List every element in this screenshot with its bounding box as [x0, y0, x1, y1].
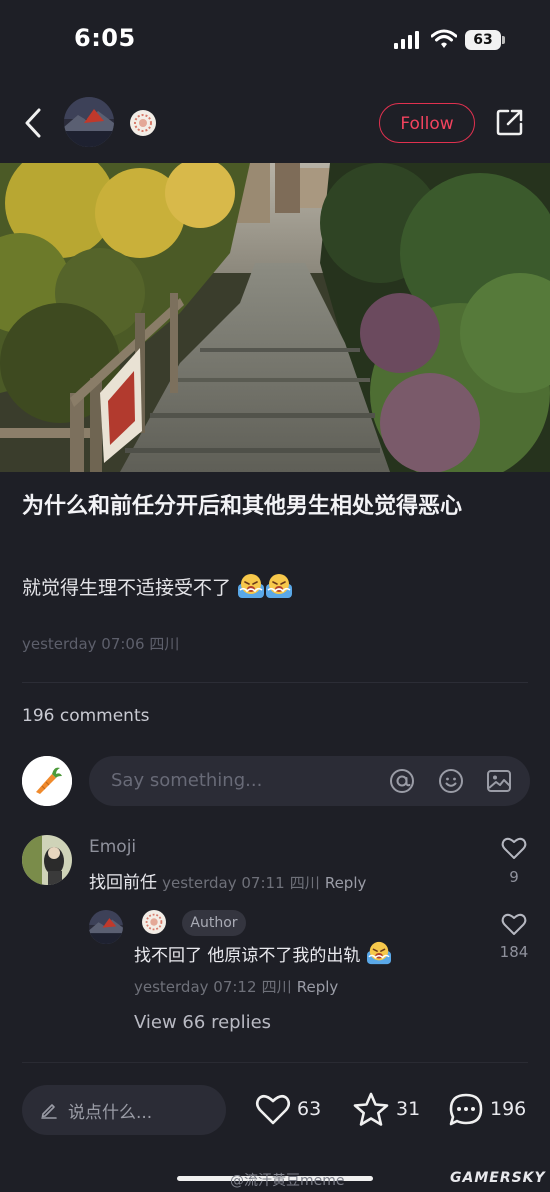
comment-input-placeholder: Say something... — [111, 770, 263, 791]
star-icon[interactable] — [353, 1092, 389, 1126]
weibo-watermark: @流汗黄豆meme — [230, 1173, 345, 1189]
reply-text: 找不回了 他原谅不了我的出轨 — [134, 946, 361, 966]
crying-face-emoji-icon — [238, 574, 265, 598]
post-location: 四川 — [149, 635, 180, 653]
reply-link[interactable]: Reply — [297, 978, 339, 996]
crying-face-emoji-icon — [266, 574, 293, 598]
like-heart-icon[interactable] — [255, 1093, 291, 1126]
cellular-signal-icon — [394, 31, 419, 49]
battery-indicator: 63 — [465, 30, 501, 50]
reply-author-avatar[interactable] — [89, 910, 123, 944]
post-date: yesterday 07:06 — [22, 635, 145, 653]
view-replies-link[interactable]: View 66 replies — [134, 1012, 271, 1033]
battery-tip — [502, 36, 505, 44]
like-heart-icon[interactable] — [501, 836, 527, 860]
like-count: 63 — [297, 1098, 322, 1120]
post-body-text: 就觉得生理不适接受不了 — [22, 577, 232, 599]
commenter-name[interactable]: Emoji — [89, 837, 136, 857]
current-user-avatar[interactable] — [22, 756, 72, 806]
reply-location: 四川 — [261, 978, 292, 996]
post-title: 为什么和前任分开后和其他男生相处觉得恶心 — [22, 494, 463, 519]
comment-date: yesterday 07:11 — [162, 874, 285, 892]
mention-icon[interactable] — [389, 768, 415, 794]
divider — [22, 682, 528, 683]
comment: 找回前任 yesterday 07:11 四川 Reply — [89, 868, 366, 893]
reply-like-count: 184 — [499, 943, 529, 961]
star-count: 31 — [396, 1098, 421, 1120]
author-tag: Author — [182, 910, 246, 936]
back-arrow-icon[interactable] — [22, 107, 44, 139]
compose-placeholder: 说点什么... — [68, 1103, 153, 1123]
author-avatar[interactable] — [64, 97, 114, 147]
post-image[interactable] — [0, 163, 550, 472]
wifi-icon — [431, 29, 457, 48]
reply-link[interactable]: Reply — [325, 874, 367, 892]
post-meta: yesterday 07:06 四川 — [22, 633, 179, 654]
comment-bubble-icon[interactable] — [448, 1092, 484, 1128]
reply-date: yesterday 07:12 — [134, 978, 257, 996]
reply-meta: yesterday 07:12 四川 Reply — [134, 976, 338, 997]
share-icon[interactable] — [495, 107, 525, 137]
follow-button[interactable]: Follow — [379, 103, 475, 143]
post-body: 就觉得生理不适接受不了 — [22, 573, 293, 603]
reply-body: 找不回了 他原谅不了我的出轨 — [134, 941, 392, 966]
user-badge-icon — [130, 110, 156, 136]
pencil-icon — [41, 1104, 57, 1119]
site-watermark: GAMERSKY — [450, 1170, 546, 1186]
commenter-avatar[interactable] — [22, 835, 72, 885]
status-time: 6:05 — [74, 24, 136, 52]
comment-count: 196 — [490, 1098, 527, 1120]
comment-location: 四川 — [289, 874, 320, 892]
like-heart-icon[interactable] — [501, 912, 527, 936]
reply-badge-icon — [142, 910, 166, 934]
comments-count: 196 comments — [22, 706, 150, 726]
bottom-divider — [22, 1062, 528, 1063]
crying-face-emoji-icon — [366, 941, 391, 965]
comment-like-count: 9 — [509, 868, 519, 886]
comment-text: 找回前任 — [89, 873, 157, 893]
image-icon[interactable] — [486, 768, 512, 794]
emoji-icon[interactable] — [438, 768, 464, 794]
